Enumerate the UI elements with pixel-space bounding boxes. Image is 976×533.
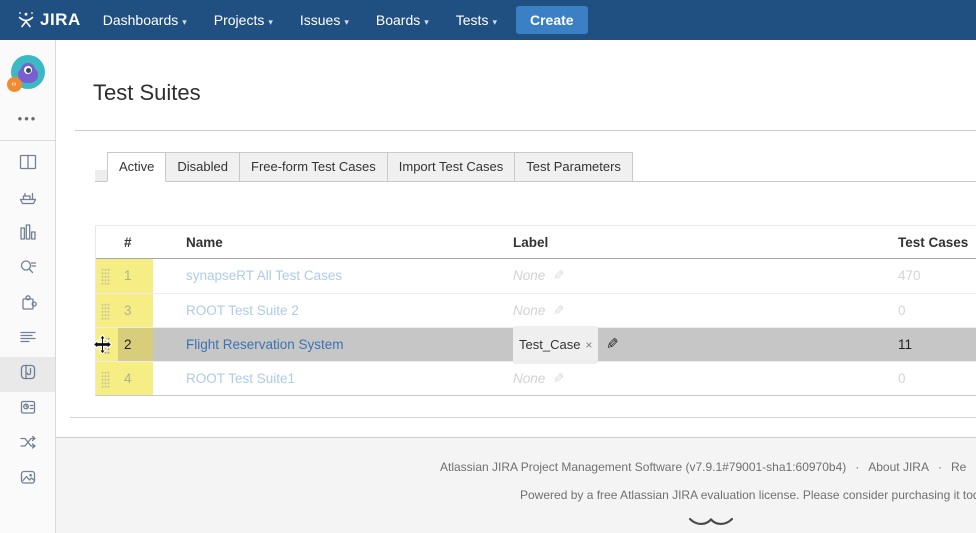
column-header-test-cases: Test Cases: [898, 226, 976, 258]
test-suites-table: # Name Label Test Cases 1 synapseRT All …: [95, 225, 976, 396]
drag-handle-icon[interactable]: [101, 371, 110, 388]
suite-name-link[interactable]: ROOT Test Suite1: [186, 371, 295, 386]
remove-label-icon[interactable]: ×: [585, 328, 592, 362]
sidebar-item-test-suites[interactable]: [0, 357, 55, 392]
backlog-lines-icon: [18, 327, 38, 352]
table-header-row: # Name Label Test Cases: [96, 226, 976, 259]
project-avatar[interactable]: ‹›: [11, 55, 45, 89]
report-problem-link[interactable]: Re: [951, 460, 966, 474]
table-row: 4 ROOT Test Suite1 None ✎ 0: [96, 361, 976, 395]
media-image-icon: [18, 467, 38, 492]
sidebar-item-issues[interactable]: [0, 252, 55, 287]
edit-label-pencil-icon[interactable]: ✎: [553, 259, 564, 293]
drag-handle-icon[interactable]: [101, 268, 110, 285]
tab-bar: Active Disabled Free-form Test Cases Imp…: [95, 152, 976, 182]
main-content: Test Suites Active Disabled Free-form Te…: [56, 40, 976, 533]
title-divider: [75, 130, 976, 131]
drag-handle-icon[interactable]: [101, 303, 110, 320]
suite-name-link[interactable]: ROOT Test Suite 2: [186, 303, 299, 318]
content-divider: [70, 417, 976, 418]
create-button[interactable]: Create: [516, 6, 588, 34]
sidebar-divider: [0, 140, 55, 141]
report-card-icon: [18, 397, 38, 422]
board-columns-icon: [18, 152, 38, 177]
project-sidebar: ‹› •••: [0, 40, 56, 533]
label-none: None: [513, 294, 545, 328]
sidebar-item-backlog[interactable]: [0, 322, 55, 357]
test-case-count: 11: [898, 328, 976, 361]
jira-logo-icon: [16, 10, 36, 30]
edit-label-pencil-icon[interactable]: ✎: [553, 294, 564, 328]
sidebar-item-board[interactable]: [0, 147, 55, 182]
shuffle-icon: [18, 432, 38, 457]
suite-name-link[interactable]: Flight Reservation System: [186, 337, 344, 352]
test-case-count: 0: [898, 362, 976, 395]
suite-order: 3: [118, 294, 153, 327]
edit-label-pencil-icon[interactable]: ✎: [606, 328, 619, 362]
chevron-down-icon: ▾: [492, 17, 497, 27]
page-title: Test Suites: [93, 80, 201, 106]
chevron-down-icon: ▾: [268, 17, 273, 27]
sidebar-item-reports[interactable]: [0, 217, 55, 252]
label-none: None: [513, 362, 545, 396]
test-case-count: 470: [898, 259, 976, 293]
tab-import-test-cases[interactable]: Import Test Cases: [387, 152, 516, 182]
chevron-down-icon: ▾: [344, 17, 349, 27]
tab-test-parameters[interactable]: Test Parameters: [514, 152, 633, 182]
dev-badge-icon: ‹›: [7, 77, 22, 92]
tab-free-form-test-cases[interactable]: Free-form Test Cases: [239, 152, 388, 182]
suite-order: 4: [118, 362, 153, 395]
sidebar-item-shuffle[interactable]: [0, 427, 55, 462]
footer-credit-line: Atlassian JIRA Project Management Softwa…: [440, 460, 966, 474]
sidebar-more-button[interactable]: •••: [0, 111, 55, 126]
test-suites-page-icon: [18, 362, 38, 387]
add-ons-puzzle-icon: [18, 292, 38, 317]
suite-name-link[interactable]: synapseRT All Test Cases: [186, 268, 342, 283]
issues-search-icon: [18, 257, 38, 282]
move-cursor-icon[interactable]: [92, 334, 113, 358]
main-nav: Dashboards▾ Projects▾ Issues▾ Boards▾ Te…: [103, 12, 497, 28]
chevron-down-icon: ▾: [182, 17, 187, 27]
jira-logo-text: JIRA: [40, 10, 81, 30]
table-row: 3 ROOT Test Suite 2 None ✎ 0: [96, 293, 976, 327]
tab-active[interactable]: Active: [107, 152, 166, 182]
releases-ship-icon: [18, 187, 38, 212]
chevron-down-icon: ▾: [424, 17, 429, 27]
column-header-num: #: [118, 226, 153, 258]
suite-order: 1: [118, 259, 153, 293]
nav-projects[interactable]: Projects▾: [214, 12, 273, 28]
table-row: 1 synapseRT All Test Cases None ✎ 470: [96, 259, 976, 293]
nav-tests[interactable]: Tests▾: [456, 12, 497, 28]
edit-label-pencil-icon[interactable]: ✎: [553, 362, 564, 396]
nav-dashboards[interactable]: Dashboards▾: [103, 12, 187, 28]
atlassian-logo-icon: [688, 514, 734, 533]
sidebar-item-media[interactable]: [0, 462, 55, 497]
column-header-label: Label: [513, 226, 898, 258]
suite-order: 2: [118, 328, 153, 361]
sidebar-item-releases[interactable]: [0, 182, 55, 217]
tab-disabled[interactable]: Disabled: [165, 152, 240, 182]
sidebar-item-addons[interactable]: [0, 287, 55, 322]
page-footer: Atlassian JIRA Project Management Softwa…: [56, 437, 976, 533]
sidebar-item-report-card[interactable]: [0, 392, 55, 427]
nav-issues[interactable]: Issues▾: [300, 12, 349, 28]
reports-barchart-icon: [18, 222, 38, 247]
app-header: JIRA Dashboards▾ Projects▾ Issues▾ Board…: [0, 0, 976, 40]
table-row-dragging: 2 Flight Reservation System Test_Case × …: [96, 327, 976, 361]
jira-logo[interactable]: JIRA: [16, 10, 81, 30]
column-header-name: Name: [153, 226, 513, 258]
test-case-count: 0: [898, 294, 976, 327]
label-tag: Test_Case ×: [513, 326, 598, 364]
footer-license-line: Powered by a free Atlassian JIRA evaluat…: [520, 488, 976, 502]
about-jira-link[interactable]: About JIRA: [868, 460, 929, 474]
nav-boards[interactable]: Boards▾: [376, 12, 429, 28]
label-none: None: [513, 259, 545, 293]
